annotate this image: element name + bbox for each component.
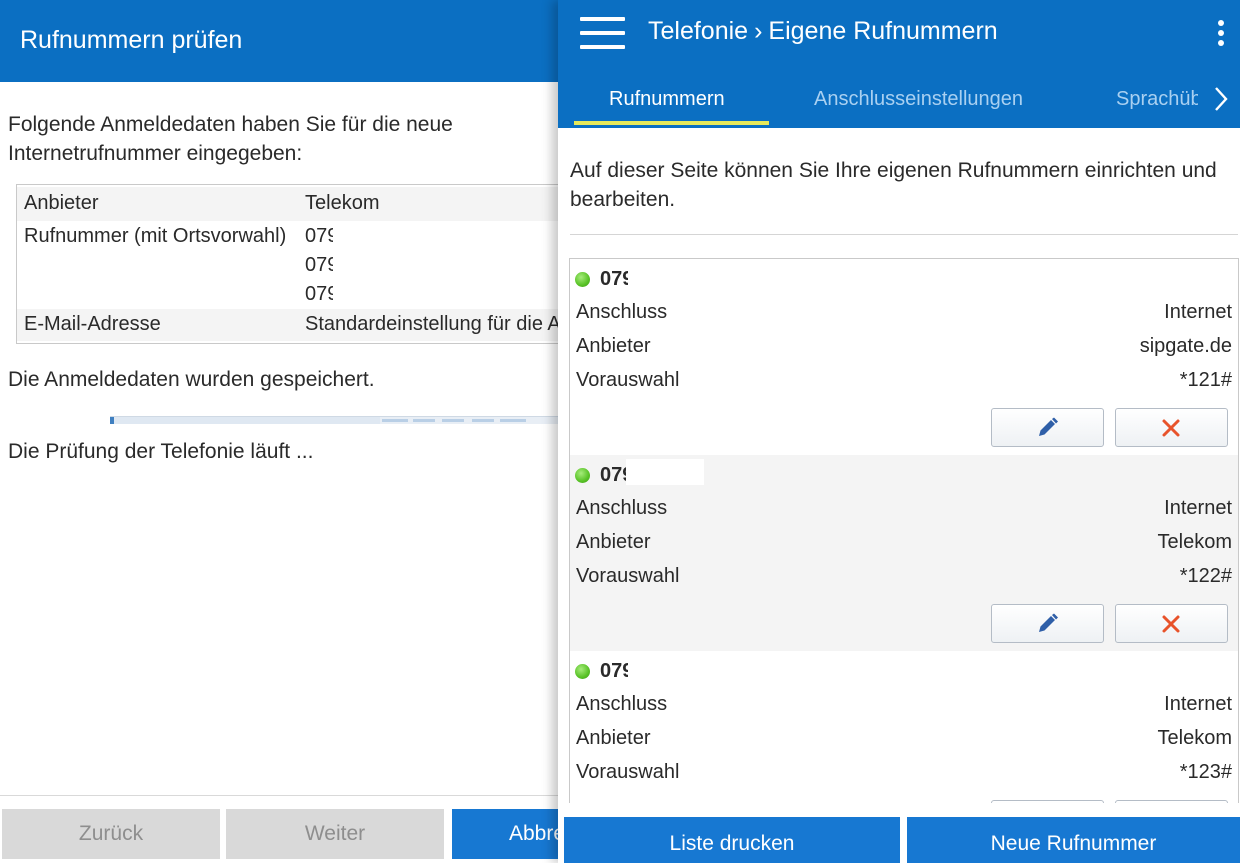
checking-message: Die Prüfung der Telefonie läuft ... [8,440,314,463]
delete-button[interactable] [1115,408,1228,447]
row-label: Anschluss [576,693,668,715]
row-anbieter: Anbieter Telekom [576,727,1232,757]
credentials-label: Rufnummer (mit Ortsvorwahl) [24,225,287,247]
kebab-menu-icon[interactable] [1216,20,1226,48]
row-label: Vorauswahl [576,565,680,587]
row-vorauswahl: Vorauswahl *123# [576,761,1232,791]
edit-button[interactable] [991,604,1104,643]
dialog-title: Rufnummern prüfen [20,26,243,54]
row-label: Anbieter [576,335,651,357]
back-button[interactable]: Zurück [2,809,220,859]
pencil-icon [1039,613,1058,632]
phone-number-value: 079 [305,283,333,305]
row-anbieter: Anbieter sipgate.de [576,335,1232,365]
credentials-table: Anbieter Telekom Rufnummer (mit Ortsvorw… [16,184,576,344]
list-item: 079 Anschluss Internet Anbieter Telekom Vo… [570,651,1238,803]
row-value: Internet [1164,497,1232,519]
row-label: Anbieter [576,531,651,553]
close-x-icon [1162,615,1180,633]
panel-header: Telefonie › Eigene Rufnummern Rufnummern A… [558,0,1240,128]
row-value: Internet [1164,693,1232,715]
row-label: Vorauswahl [576,369,680,391]
list-item: 079 Anschluss Internet Anbieter sipgate.de… [570,259,1238,455]
page-description: Auf dieser Seite können Sie Ihre eigenen… [570,159,1217,211]
row-anschluss: Anschluss Internet [576,693,1232,723]
progress-bar-fill [110,417,380,424]
phone-number-value: 079 [305,225,333,247]
tab-sprachuebertragung[interactable]: Sprachübertragung [1116,88,1198,111]
delete-button[interactable] [1115,604,1228,643]
row-anschluss: Anschluss Internet [576,301,1232,331]
progress-dash [500,419,526,422]
active-tab-indicator [574,121,769,125]
dialog-header: Rufnummern prüfen [0,0,600,82]
breadcrumb-current: Eigene Rufnummern [768,17,998,45]
row-vorauswahl: Vorauswahl *122# [576,565,1232,595]
divider [570,234,1238,235]
new-number-button[interactable]: Neue Rufnummer [907,817,1240,863]
own-numbers-panel: Telefonie › Eigene Rufnummern Rufnummern A… [558,0,1240,863]
print-list-button[interactable]: Liste drucken [564,817,900,863]
tab-rufnummern[interactable]: Rufnummern [609,88,725,111]
status-dot-icon [575,272,590,287]
dialog-footer: Zurück Weiter Abbre [0,795,600,863]
breadcrumb-parent[interactable]: Telefonie [648,17,748,45]
progress-dash [442,419,464,422]
credentials-value: 079 079 079 [305,225,333,312]
row-anschluss: Anschluss Internet [576,497,1232,527]
credentials-value: Telekom [305,192,380,214]
phone-number-value: 079 [305,254,333,276]
credentials-row-number: Rufnummer (mit Ortsvorwahl) 079 079 079 [17,221,575,309]
credentials-value: Standardeinstellung für die A [305,313,561,335]
row-value: *122# [1179,565,1232,587]
row-vorauswahl: Vorauswahl *121# [576,369,1232,399]
credentials-label: E-Mail-Adresse [24,313,161,335]
redaction-mask [626,459,704,485]
dialog-intro: Folgende Anmeldedaten haben Sie für die … [8,113,453,165]
pencil-icon [1039,417,1058,436]
status-dot-icon [575,468,590,483]
phone-number-list: 079 Anschluss Internet Anbieter sipgate.de… [569,258,1239,803]
breadcrumb-separator: › [754,17,763,45]
phone-number: 079 [600,464,628,486]
row-anbieter: Anbieter Telekom [576,531,1232,561]
saved-message: Die Anmeldedaten wurden gespeichert. [8,368,375,391]
row-label: Anschluss [576,497,668,519]
phone-number: 079 [600,660,628,682]
row-label: Vorauswahl [576,761,680,783]
row-value: Telekom [1157,727,1232,749]
row-label: Anschluss [576,301,668,323]
row-value: *123# [1179,761,1232,783]
row-value: sipgate.de [1139,335,1232,357]
tab-anschlusseinstellungen[interactable]: Anschlusseinstellungen [814,88,1023,111]
progress-dash [413,419,435,422]
progress-bar [110,416,560,424]
progress-dash [472,419,494,422]
row-value: *121# [1179,369,1232,391]
close-x-icon [1162,419,1180,437]
panel-footer: Liste drucken Neue Rufnummer [558,803,1240,863]
hamburger-menu-icon[interactable] [580,17,625,49]
progress-dash [382,419,408,422]
next-button[interactable]: Weiter [226,809,444,859]
row-value: Telekom [1157,531,1232,553]
phone-number: 079 [600,268,628,290]
chevron-right-icon[interactable] [1214,86,1228,119]
status-dot-icon [575,664,590,679]
list-item: 079 Anschluss Internet Anbieter Telekom Vo… [570,455,1238,651]
row-label: Anbieter [576,727,651,749]
credentials-label: Anbieter [24,192,99,214]
credentials-row-provider: Anbieter Telekom [17,187,575,221]
breadcrumb: Telefonie › Eigene Rufnummern [648,17,998,46]
row-value: Internet [1164,301,1232,323]
edit-button[interactable] [991,408,1104,447]
credentials-row-email: E-Mail-Adresse Standardeinstellung für d… [17,309,575,341]
